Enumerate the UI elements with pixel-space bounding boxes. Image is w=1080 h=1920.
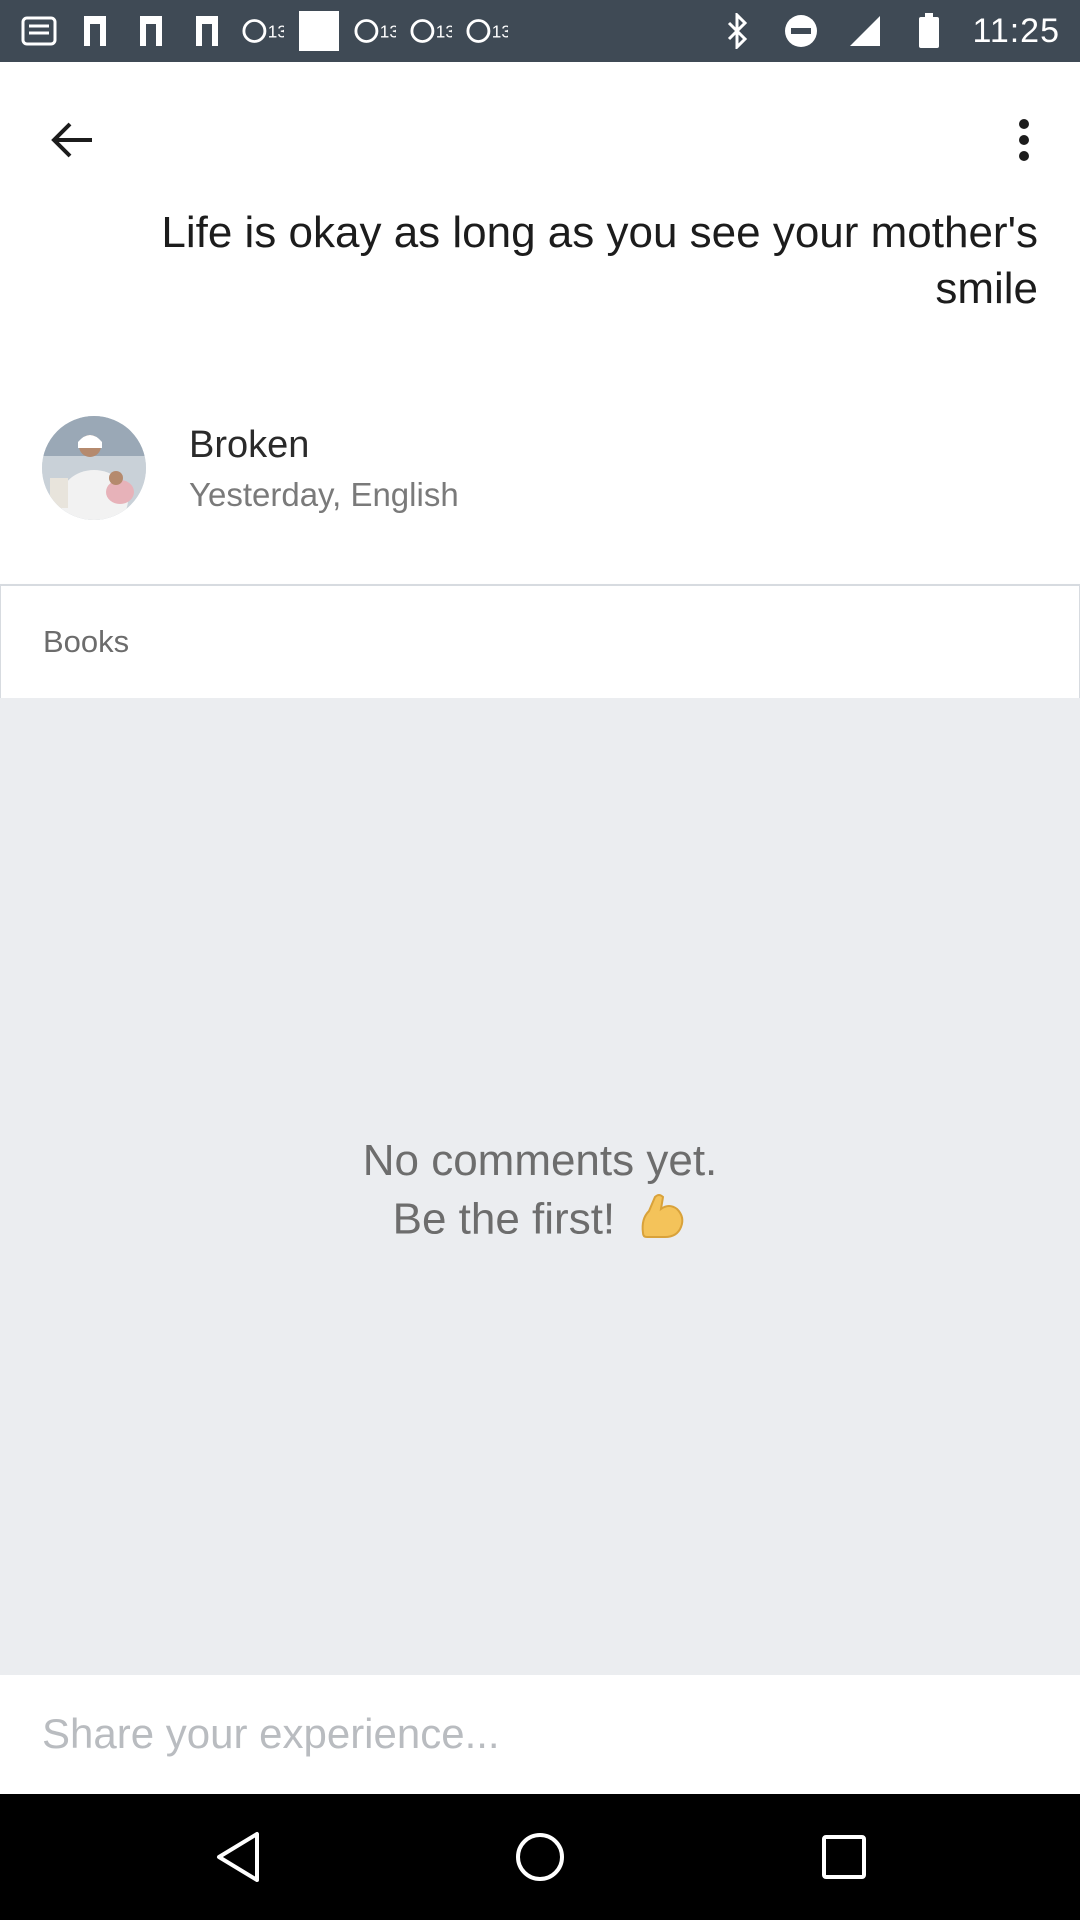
abc13-icon: 13 xyxy=(354,14,396,48)
author-name[interactable]: Broken xyxy=(189,424,309,467)
navigation-bar xyxy=(0,1794,1080,1920)
empty-message-text: Be the first! xyxy=(392,1194,616,1244)
flexed-biceps-icon xyxy=(635,1189,687,1255)
empty-message-line2: Be the first! xyxy=(0,1189,1080,1255)
status-time: 11:25 xyxy=(972,11,1060,50)
svg-text:13: 13 xyxy=(380,22,396,42)
post-title: Life is okay as long as you see your mot… xyxy=(161,208,1038,313)
notification-icon xyxy=(18,14,60,48)
bluetooth-icon xyxy=(716,13,758,49)
category-label: Books xyxy=(43,624,130,659)
abc13-icon: 13 xyxy=(410,14,452,48)
post-meta: Yesterday, English xyxy=(189,476,459,513)
back-button[interactable] xyxy=(42,110,102,170)
svg-text:13: 13 xyxy=(492,22,508,42)
arrow-back-icon xyxy=(51,122,92,158)
nav-back-button[interactable] xyxy=(206,1825,270,1889)
signal-icon xyxy=(844,14,886,48)
app-bar xyxy=(0,62,1080,212)
more-vert-icon xyxy=(1019,119,1029,161)
avatar[interactable] xyxy=(42,416,146,520)
flag-icon xyxy=(74,14,116,48)
do-not-disturb-icon xyxy=(780,14,822,48)
comments-area: No comments yet. Be the first! xyxy=(0,698,1080,1675)
comment-input-bar xyxy=(0,1675,1080,1794)
empty-message-line1: No comments yet. xyxy=(362,1136,718,1185)
status-bar: 13 13 13 13 11:25 xyxy=(0,0,1080,62)
home-circle-icon xyxy=(516,1833,564,1881)
battery-icon xyxy=(908,13,950,48)
comment-input[interactable] xyxy=(42,1699,1042,1769)
status-right-icons: 11:25 xyxy=(716,8,1060,54)
abc13-icon: 13 xyxy=(466,14,508,48)
blank-card-icon xyxy=(298,11,340,51)
nav-home-button[interactable] xyxy=(508,1825,572,1889)
author-row[interactable]: Broken Yesterday, English xyxy=(42,416,1042,522)
flag-icon xyxy=(130,14,172,48)
recents-square-icon xyxy=(822,1835,866,1879)
back-triangle-icon xyxy=(217,1832,259,1882)
empty-comments-message: No comments yet. Be the first! xyxy=(0,1133,1080,1255)
status-left-icons: 13 13 13 13 xyxy=(18,8,508,54)
abc13-icon: 13 xyxy=(242,14,284,48)
svg-text:13: 13 xyxy=(268,22,284,42)
category-card[interactable]: Books xyxy=(0,584,1080,698)
nav-recents-button[interactable] xyxy=(812,1825,876,1889)
more-options-button[interactable] xyxy=(994,110,1054,170)
svg-text:13: 13 xyxy=(436,22,452,42)
flag-icon xyxy=(186,14,228,48)
